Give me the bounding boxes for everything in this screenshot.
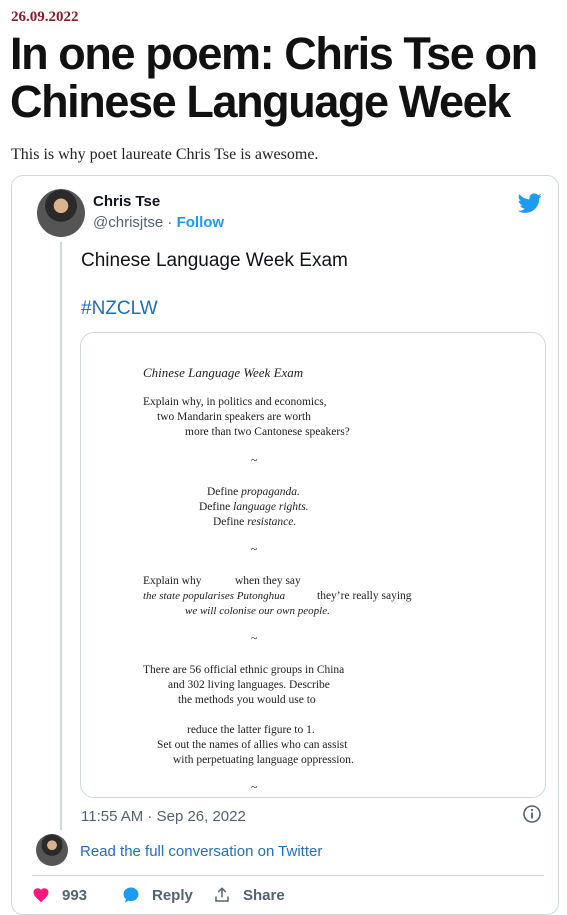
share-button[interactable]: Share: [213, 884, 285, 906]
poem-separator: ~: [251, 544, 258, 556]
poem-line: There are 56 official ethnic groups in C…: [143, 664, 345, 676]
like-button[interactable]: 993: [32, 884, 87, 906]
hashtag-link[interactable]: #NZCLW: [81, 298, 158, 320]
tweet-media-image[interactable]: Chinese Language Week Exam Explain why, …: [80, 332, 546, 798]
poem-line: with perpetuating language oppression.: [173, 754, 354, 766]
poem-line: two Mandarin speakers are worth: [157, 411, 311, 423]
heart-icon: [33, 888, 49, 903]
article-intro: This is why poet laureate Chris Tse is a…: [11, 146, 319, 163]
follow-button[interactable]: Follow: [177, 214, 225, 231]
reply-bubble-icon: [123, 887, 139, 903]
poem-line: more than two Cantonese speakers?: [185, 426, 350, 438]
thread-line: [60, 242, 62, 830]
poem-line: Explain why, in politics and economics,: [143, 396, 327, 408]
poem-word: Define: [207, 486, 242, 498]
author-avatar[interactable]: [37, 189, 85, 237]
reply-button[interactable]: Reply: [122, 884, 193, 906]
poem-line: Explain why: [143, 575, 202, 587]
poem-line: Define propaganda.: [207, 486, 300, 498]
share-icon: [215, 887, 229, 902]
like-count: 993: [62, 886, 88, 904]
article-date: 26.09.2022: [11, 9, 79, 25]
poem-line: they’re really saying: [317, 590, 412, 602]
twitter-bird-icon[interactable]: [518, 191, 542, 215]
tweet-text: Chinese Language Week Exam: [81, 250, 348, 271]
poem-word: Define: [213, 516, 248, 528]
poem-line: we will colonise our own people.: [185, 605, 330, 617]
share-label: Share: [243, 886, 285, 904]
poem-separator: ~: [251, 782, 258, 794]
poem-italic-word: resistance.: [247, 516, 297, 528]
poem-word: Define: [199, 501, 234, 513]
read-full-conversation-link[interactable]: Read the full conversation on Twitter: [80, 843, 322, 860]
poem-line: and 302 living languages. Describe: [168, 679, 330, 691]
embedded-tweet[interactable]: Chris Tse @chrisjtse · Follow Chinese La…: [11, 175, 559, 915]
poem-line: the state popularises Putonghua: [143, 590, 286, 602]
tweet-actions: 993 Reply Share: [32, 884, 552, 906]
poem-separator: ~: [251, 455, 258, 467]
author-handle[interactable]: @chrisjtse: [93, 214, 163, 231]
poem-title: Chinese Language Week Exam: [143, 365, 304, 380]
poem-line: Define resistance.: [213, 516, 296, 528]
info-icon[interactable]: [522, 804, 542, 824]
action-divider: [32, 875, 544, 876]
author-avatar-small[interactable]: [36, 834, 68, 866]
poem-italic-word: language rights.: [233, 501, 309, 513]
article-headline: In one poem: Chris Tse on Chinese Langua…: [10, 28, 538, 127]
tweet-timestamp[interactable]: 11:55 AM · Sep 26, 2022: [81, 808, 246, 825]
handle-separator: ·: [163, 214, 177, 231]
author-name[interactable]: Chris Tse: [93, 193, 160, 210]
poem-separator: ~: [251, 633, 258, 645]
poem-line: Set out the names of allies who can assi…: [157, 739, 348, 751]
poem-italic-word: propaganda.: [241, 486, 300, 498]
poem-line: reduce the latter figure to 1.: [187, 724, 315, 736]
reply-label: Reply: [152, 886, 193, 904]
author-handle-row: @chrisjtse · Follow: [93, 214, 224, 231]
poem-line: the methods you would use to: [178, 694, 316, 706]
poem-line: when they say: [235, 575, 301, 587]
poem-line: Define language rights.: [199, 501, 309, 513]
